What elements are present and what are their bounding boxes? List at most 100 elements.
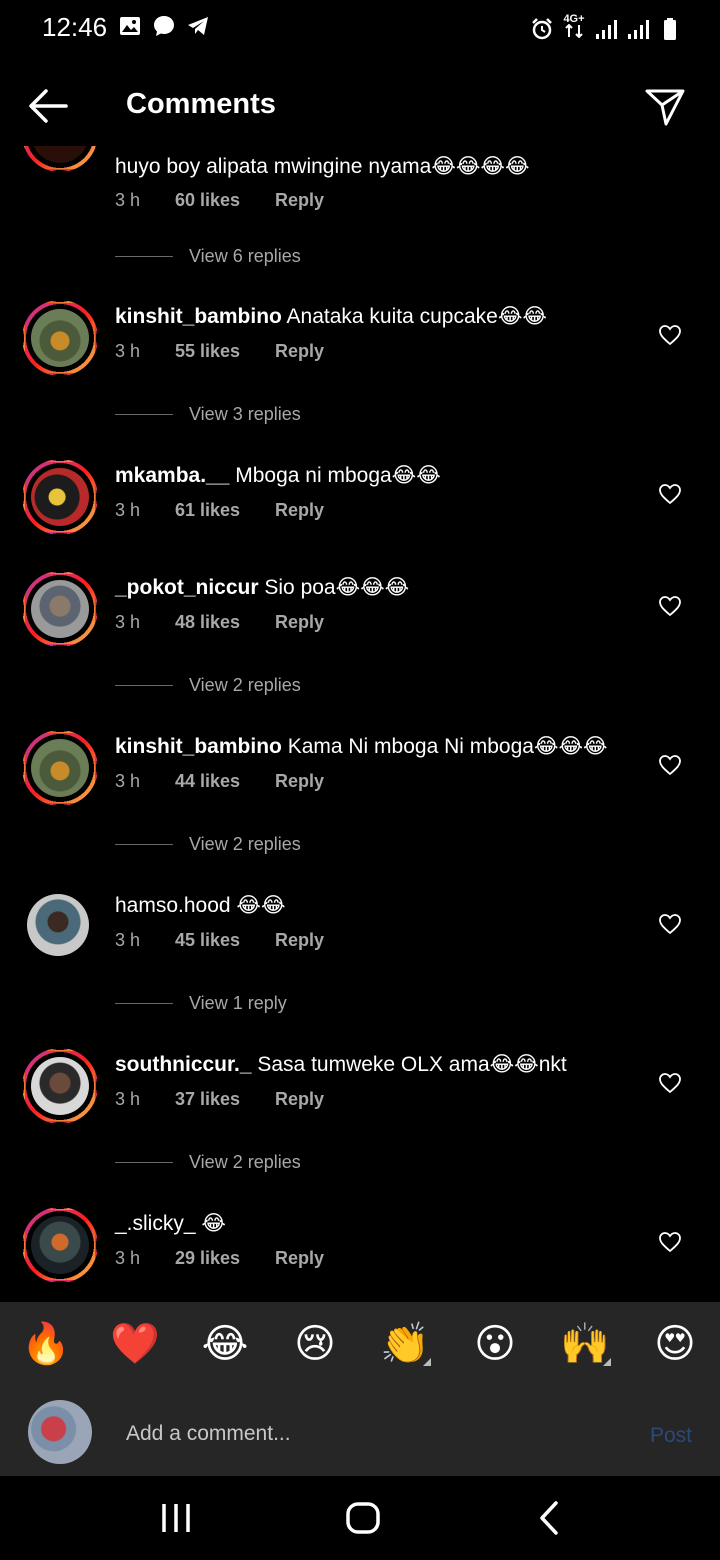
image-icon xyxy=(120,17,140,35)
comment-text: southniccur._ Sasa tumweke OLX ama😂😂nkt xyxy=(115,1052,567,1077)
view-replies-button[interactable]: View 2 replies xyxy=(115,1152,301,1173)
battery-icon xyxy=(664,17,676,40)
reply-button[interactable]: Reply xyxy=(275,1248,324,1269)
skin-tone-indicator xyxy=(423,1358,431,1366)
comment-time: 3 h xyxy=(115,341,141,361)
reply-button[interactable]: Reply xyxy=(275,612,324,633)
status-right-icons: 4G+ xyxy=(530,14,682,43)
crying-emoji-button[interactable]: 😢 xyxy=(287,1320,343,1368)
comment-body: 😂 xyxy=(195,1212,226,1235)
fire-emoji-button[interactable]: 🔥 xyxy=(18,1320,74,1368)
signal-icon xyxy=(596,19,617,39)
reply-button[interactable]: Reply xyxy=(275,930,324,951)
comment-input-row: Post xyxy=(0,1390,720,1476)
nav-bar xyxy=(0,1476,720,1560)
reply-button[interactable]: Reply xyxy=(275,500,324,521)
comment-input[interactable] xyxy=(126,1416,606,1452)
divider-line xyxy=(115,685,173,686)
comment-likes[interactable]: 55 likes xyxy=(175,341,275,362)
divider-line xyxy=(115,256,173,257)
comment-text: hamso.hood 😂😂 xyxy=(115,893,286,918)
status-left-icons xyxy=(118,14,210,38)
comment-likes[interactable]: 37 likes xyxy=(175,1089,275,1110)
comment-likes[interactable]: 45 likes xyxy=(175,930,275,951)
heart-icon[interactable] xyxy=(658,483,682,505)
back-icon[interactable] xyxy=(530,1498,570,1538)
skin-tone-indicator xyxy=(603,1358,611,1366)
send-icon[interactable] xyxy=(644,86,686,128)
reply-button[interactable]: Reply xyxy=(275,190,324,211)
heart-icon[interactable] xyxy=(658,1231,682,1253)
reply-button[interactable]: Reply xyxy=(275,1089,324,1110)
heart-icon[interactable] xyxy=(658,913,682,935)
chat-bubble-icon xyxy=(154,16,174,36)
home-icon[interactable] xyxy=(343,1498,383,1538)
comment-time: 3 h xyxy=(115,1248,141,1268)
view-replies-button[interactable]: View 2 replies xyxy=(115,834,301,855)
post-button[interactable]: Post xyxy=(650,1424,692,1448)
heart-emoji-button[interactable]: ❤️ xyxy=(107,1320,163,1368)
arrow-left-icon[interactable] xyxy=(26,86,70,126)
comment-body: huyo boy alipata mwingine nyama😂😂😂😂 xyxy=(115,155,530,178)
avatar[interactable] xyxy=(22,300,98,376)
comment-username[interactable]: kinshit_bambino xyxy=(115,735,282,758)
comment-username[interactable]: _pokot_niccur xyxy=(115,576,259,599)
raising-hands-emoji-button[interactable]: 🙌 xyxy=(557,1320,613,1368)
clapping-emoji-button[interactable]: 👏 xyxy=(377,1320,433,1368)
view-replies-button[interactable]: View 6 replies xyxy=(115,246,301,267)
avatar[interactable] xyxy=(22,571,98,647)
avatar[interactable] xyxy=(22,730,98,806)
comment-likes[interactable]: 44 likes xyxy=(175,771,275,792)
comment-username[interactable]: mkamba.__ xyxy=(115,464,229,487)
page-title: Comments xyxy=(126,88,276,120)
view-replies-label: View 3 replies xyxy=(189,404,301,424)
heart-icon[interactable] xyxy=(658,324,682,346)
surprised-emoji-button[interactable]: 😮 xyxy=(467,1320,523,1368)
view-replies-button[interactable]: View 1 reply xyxy=(115,993,287,1014)
reply-button[interactable]: Reply xyxy=(275,771,324,792)
comment-time: 3 h xyxy=(115,500,141,520)
comment-username[interactable]: hamso.hood xyxy=(115,894,231,917)
view-replies-button[interactable]: View 2 replies xyxy=(115,675,301,696)
alarm-icon xyxy=(532,17,552,39)
comment-text: kinshit_bambino Kama Ni mboga Ni mboga😂😂… xyxy=(115,734,608,759)
comment-likes[interactable]: 60 likes xyxy=(175,190,275,211)
avatar[interactable] xyxy=(22,146,98,172)
comment-time: 3 h xyxy=(115,930,141,950)
comment-username[interactable]: kinshit_bambino xyxy=(115,305,282,328)
comment-body: Sio poa😂😂😂 xyxy=(258,576,410,599)
reply-button[interactable]: Reply xyxy=(275,341,324,362)
my-avatar xyxy=(28,1400,92,1464)
status-bar: 12:46 4G+ xyxy=(0,0,720,56)
view-replies-label: View 1 reply xyxy=(189,993,287,1013)
signal-icon xyxy=(628,19,649,39)
heart-eyes-emoji-button[interactable]: 😍 xyxy=(647,1320,703,1368)
comment-body: Anataka kuita cupcake😂😂 xyxy=(281,305,547,328)
recent-apps-icon[interactable] xyxy=(156,1498,196,1538)
comment-text: kinshit_bambino Anataka kuita cupcake😂😂 xyxy=(115,304,547,329)
laughing-emoji-button[interactable]: 😂 xyxy=(197,1320,253,1368)
divider-line xyxy=(115,1003,173,1004)
view-replies-label: View 2 replies xyxy=(189,834,301,854)
comment-time: 3 h xyxy=(115,190,141,210)
avatar[interactable] xyxy=(22,889,98,965)
comment-username[interactable]: southniccur._ xyxy=(115,1053,252,1076)
comment-meta: 3 h 55 likes Reply xyxy=(115,341,324,362)
comment-time: 3 h xyxy=(115,771,141,791)
comment-body: Kama Ni mboga Ni mboga😂😂😂 xyxy=(281,735,608,758)
avatar[interactable] xyxy=(22,459,98,535)
comment-body: Mboga ni mboga😂😂 xyxy=(229,464,441,487)
view-replies-button[interactable]: View 3 replies xyxy=(115,404,301,425)
heart-icon[interactable] xyxy=(658,595,682,617)
comment-likes[interactable]: 48 likes xyxy=(175,612,275,633)
comment-username[interactable]: _.slicky_ xyxy=(115,1212,196,1235)
heart-icon[interactable] xyxy=(658,1072,682,1094)
avatar[interactable] xyxy=(22,1048,98,1124)
comments-list[interactable]: huyo boy alipata mwingine nyama😂😂😂😂 3 h … xyxy=(0,146,720,1302)
divider-line xyxy=(115,1162,173,1163)
avatar[interactable] xyxy=(22,1207,98,1283)
comment-likes[interactable]: 61 likes xyxy=(175,500,275,521)
comment-likes[interactable]: 29 likes xyxy=(175,1248,275,1269)
heart-icon[interactable] xyxy=(658,754,682,776)
view-replies-label: View 2 replies xyxy=(189,675,301,695)
